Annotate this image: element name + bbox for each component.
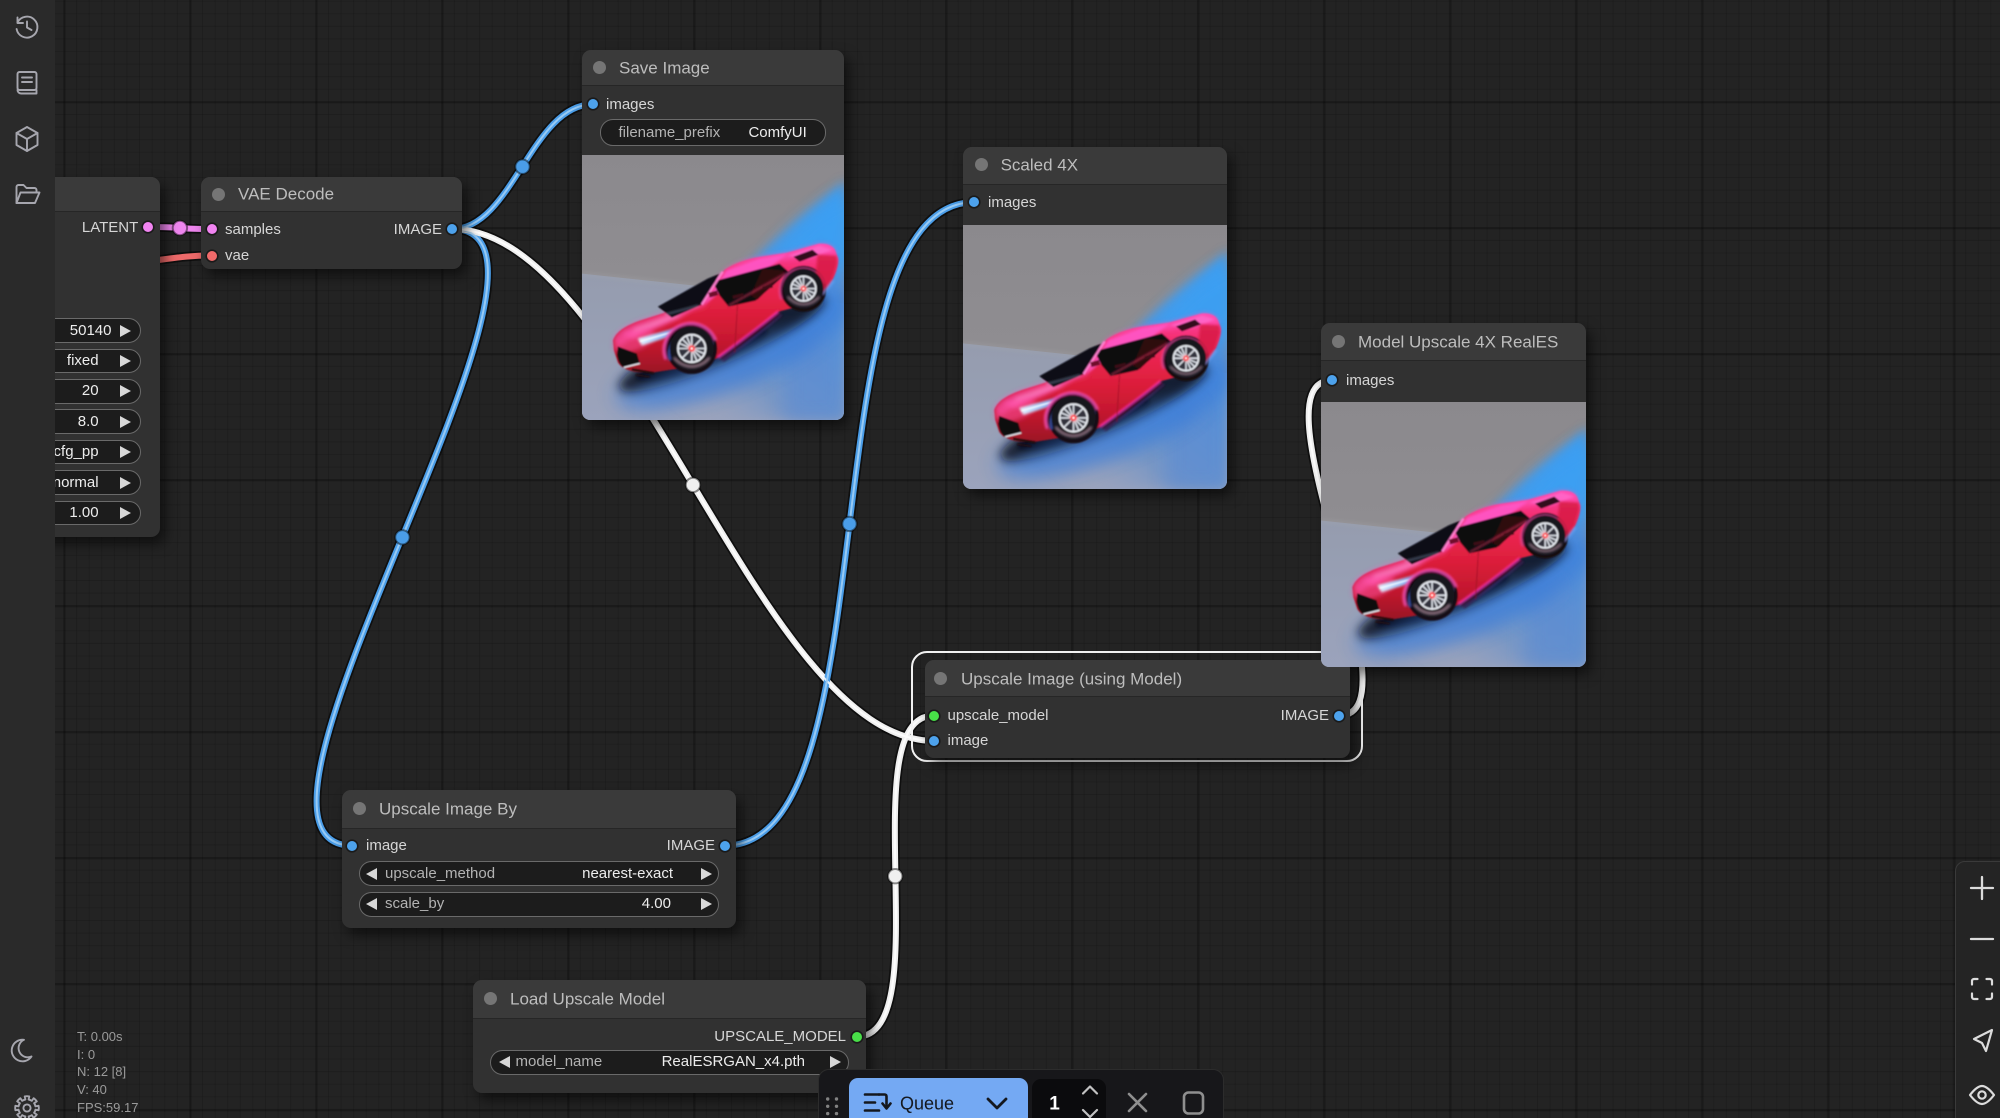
svg-text:1: 1	[1049, 1094, 1060, 1115]
svg-text:Queue: Queue	[900, 1094, 954, 1114]
